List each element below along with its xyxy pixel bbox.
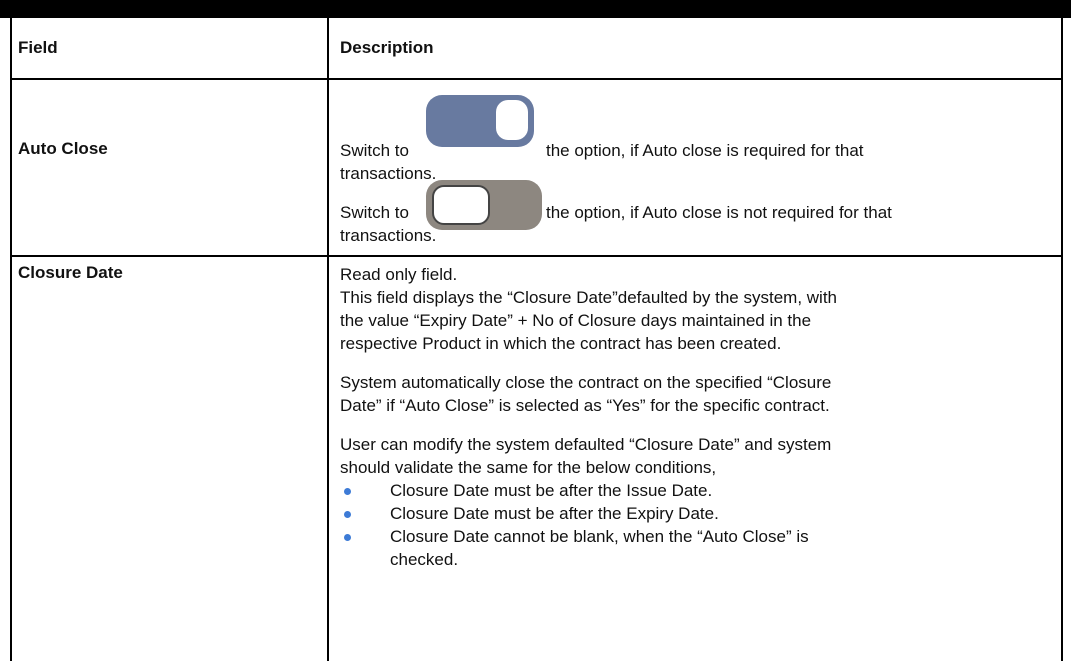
list-item: Closure Date cannot be blank, when the “…	[340, 525, 1030, 571]
switch-on-post: the option, if Auto close is required fo…	[546, 141, 864, 160]
header-field: Field	[18, 38, 58, 57]
toggle-on-icon	[426, 95, 534, 147]
list-item: Closure Date must be after the Issue Dat…	[340, 479, 1030, 502]
switch-off-pre: Switch to	[340, 203, 409, 222]
field-auto-close: Auto Close	[18, 139, 108, 158]
bullet-icon	[344, 488, 351, 495]
table-border-right	[1061, 18, 1063, 661]
bullet-icon	[344, 534, 351, 541]
closure-p4-line2: should validate the same for the below c…	[340, 458, 717, 477]
top-rule	[0, 0, 1071, 18]
field-closure-date: Closure Date	[18, 263, 123, 282]
closure-p1: Read only field.	[340, 265, 458, 284]
list-item: Closure Date must be after the Expiry Da…	[340, 502, 1030, 525]
table-border-left	[10, 18, 12, 661]
header-description: Description	[340, 38, 434, 57]
closure-p4-line1: User can modify the system defaulted “Cl…	[340, 435, 832, 454]
field-description-table: Field Description Auto Close Switch to t…	[0, 18, 1071, 661]
header-row-divider	[10, 78, 1063, 80]
closure-p3-line2: Date” if “Auto Close” is selected as “Ye…	[340, 396, 830, 415]
closure-p2-line2: the value “Expiry Date” + No of Closure …	[340, 311, 812, 330]
closure-p3-line1: System automatically close the contract …	[340, 373, 832, 392]
toggle-off-icon	[426, 180, 542, 230]
switch-off-post: the option, if Auto close is not require…	[546, 203, 892, 222]
switch-off-cont: transactions.	[340, 226, 437, 245]
bullet-icon	[344, 511, 351, 518]
table-column-divider	[327, 18, 329, 661]
switch-on-pre: Switch to	[340, 141, 409, 160]
closure-validation-list: Closure Date must be after the Issue Dat…	[340, 479, 1030, 571]
row-divider	[10, 255, 1063, 257]
closure-p2-line1: This field displays the “Closure Date”de…	[340, 288, 838, 307]
closure-p2-line3: respective Product in which the contract…	[340, 334, 782, 353]
